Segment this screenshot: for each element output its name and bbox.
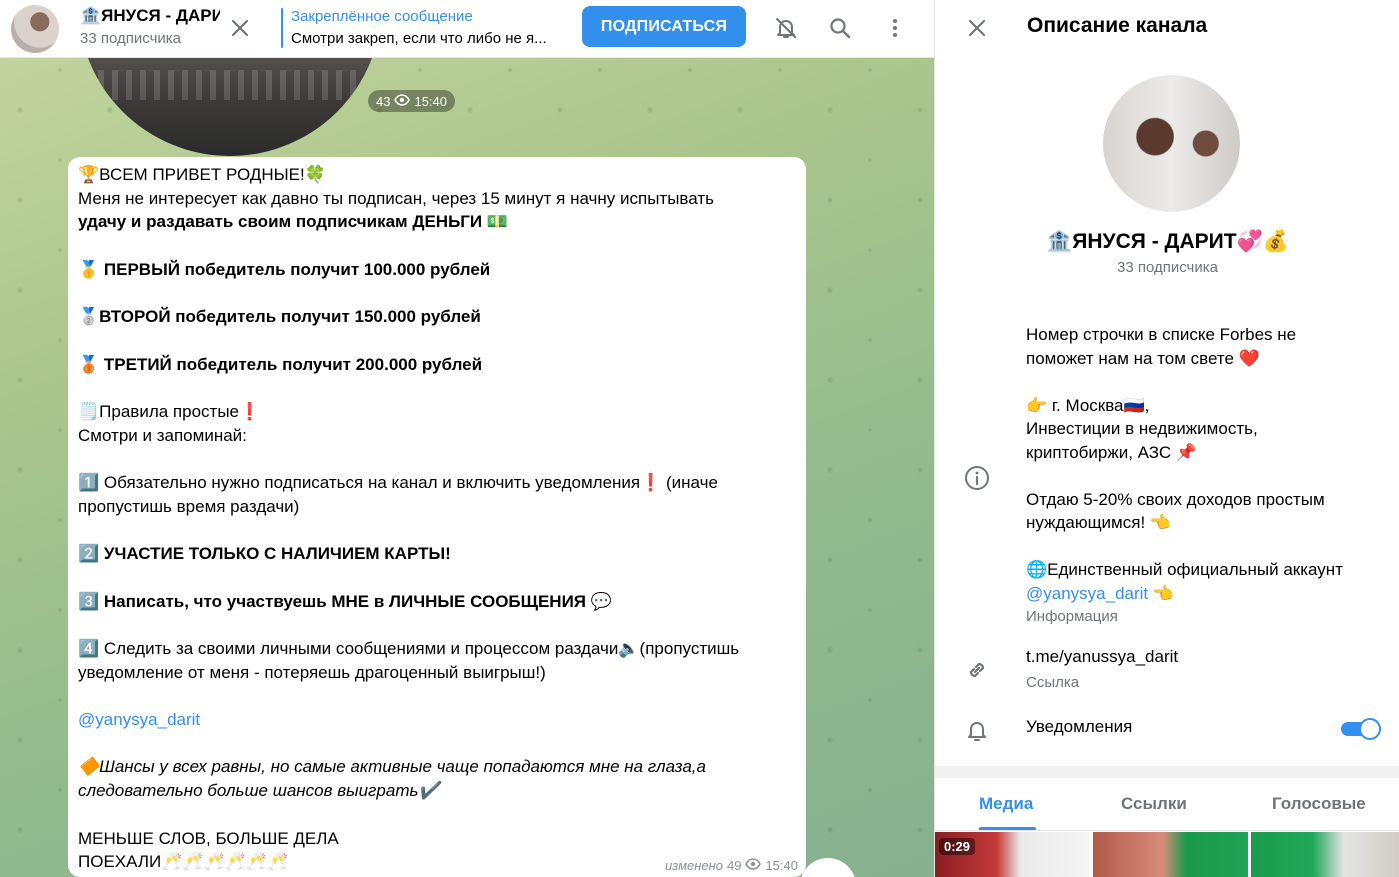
link-icon bbox=[963, 656, 991, 684]
tab-voice[interactable]: Голосовые bbox=[1272, 794, 1366, 814]
description-line bbox=[1026, 464, 1386, 488]
media-thumbnail[interactable]: 0:29 bbox=[935, 832, 1090, 877]
message-line bbox=[78, 518, 794, 542]
toggle-knob bbox=[1359, 718, 1381, 740]
subscribe-button[interactable]: ПОДПИСАТЬСЯ bbox=[582, 6, 746, 47]
message-line bbox=[78, 732, 794, 756]
video-views: 43 bbox=[376, 93, 391, 109]
message-line: 🥇 ПЕРВЫЙ победитель получит 100.000 рубл… bbox=[78, 259, 491, 279]
message-line: 1️⃣ Обязательно нужно подписаться на кан… bbox=[78, 473, 718, 493]
message-meta: изменено 49 15:40 bbox=[665, 858, 798, 873]
message-line bbox=[78, 376, 794, 400]
more-icon[interactable] bbox=[877, 10, 913, 46]
message-line: Смотри и запоминай: bbox=[78, 425, 247, 445]
video-meta: 43 15:40 bbox=[368, 90, 456, 112]
message-line: 🥉 ТРЕТИЙ победитель получит 200.000 рубл… bbox=[78, 354, 483, 374]
description-line: 🌐Единственный официальный аккаунт bbox=[1026, 560, 1343, 579]
message-line bbox=[78, 613, 794, 637]
channel-title[interactable]: 🏦ЯНУСЯ - ДАРИТ💞💰 bbox=[80, 6, 220, 26]
chat-header: 🏦ЯНУСЯ - ДАРИТ💞💰 33 подписчика Закреплён… bbox=[0, 0, 934, 58]
video-time: 15:40 bbox=[414, 93, 448, 109]
video-duration: 0:29 bbox=[939, 838, 976, 855]
channel-info-panel: Описание канала 🏦ЯНУСЯ - ДАРИТ💞💰 33 подп… bbox=[934, 0, 1399, 877]
edited-label: изменено bbox=[664, 858, 723, 873]
channel-link[interactable]: t.me/yanussya_darit bbox=[1026, 647, 1178, 667]
message-line: пропустишь время раздачи) bbox=[78, 496, 300, 516]
media-thumbnail[interactable] bbox=[1093, 832, 1248, 877]
bell-icon bbox=[963, 716, 991, 744]
message-line bbox=[78, 803, 794, 827]
message-line bbox=[78, 566, 794, 590]
description-mention-link[interactable]: @yanysya_darit 👈 bbox=[1026, 582, 1386, 606]
description-line: Отдаю 5-20% своих доходов простым bbox=[1026, 489, 1325, 509]
message-line: Меня не интересует как давно ты подписан… bbox=[78, 188, 714, 208]
description-line: криптобиржи, АЗС 📌 bbox=[1026, 442, 1198, 462]
chat-area: 43 15:40 🏆ВСЕМ ПРИВЕТ РОДНЫЕ!🍀 Меня не и… bbox=[0, 0, 934, 877]
media-thumbnail[interactable] bbox=[1251, 832, 1399, 877]
description-line bbox=[1026, 535, 1386, 559]
link-caption: Ссылка bbox=[1026, 674, 1080, 691]
message-line: МЕНЬШЕ СЛОВ, БОЛЬШЕ ДЕЛА bbox=[78, 828, 339, 848]
message-line: 🏆ВСЕМ ПРИВЕТ РОДНЫЕ!🍀 bbox=[78, 165, 326, 184]
profile-subscribers: 33 подписчика bbox=[1116, 259, 1218, 276]
profile-avatar[interactable] bbox=[1103, 75, 1240, 212]
message-line: 🔶Шансы у всех равны, но самые активные ч… bbox=[78, 757, 706, 777]
channel-description: Номер строчки в списке Forbes не поможет… bbox=[1026, 323, 1386, 625]
pinned-text: Смотри закреп, если что либо не я... bbox=[291, 30, 547, 47]
message-line: 2️⃣ УЧАСТИЕ ТОЛЬКО С НАЛИЧИЕМ КАРТЫ! bbox=[78, 544, 451, 564]
profile-name: 🏦ЯНУСЯ - ДАРИТ💞💰 bbox=[1046, 230, 1289, 253]
message-line bbox=[78, 447, 794, 471]
message-line bbox=[78, 282, 794, 306]
section-divider bbox=[935, 766, 1399, 778]
mute-icon[interactable] bbox=[768, 10, 804, 46]
message-line: 4️⃣ Следить за своими личными сообщениям… bbox=[78, 638, 740, 658]
description-line bbox=[1026, 370, 1386, 394]
pinned-indicator bbox=[281, 8, 283, 48]
message-line: 🥈ВТОРОЙ победитель получит 150.000 рубле… bbox=[78, 307, 481, 327]
tab-links[interactable]: Ссылки bbox=[1121, 794, 1187, 814]
tabs-divider bbox=[935, 830, 1399, 831]
channel-subscribers: 33 подписчика bbox=[80, 30, 182, 47]
shared-media-tabs: Медиа Ссылки Голосовые bbox=[935, 778, 1399, 831]
pinned-title: Закреплённое сообщение bbox=[291, 8, 473, 25]
notifications-label: Уведомления bbox=[1026, 717, 1133, 736]
info-icon bbox=[963, 464, 991, 492]
tab-media[interactable]: Медиа bbox=[979, 794, 1033, 814]
description-line: Инвестиции в недвижимость, bbox=[1026, 419, 1258, 438]
channel-avatar[interactable] bbox=[11, 5, 59, 53]
description-caption: Информация bbox=[1026, 608, 1118, 625]
eye-icon bbox=[394, 93, 411, 109]
close-icon[interactable] bbox=[224, 12, 256, 44]
eye-icon bbox=[745, 858, 762, 873]
description-line: нуждающимся! 👈 bbox=[1026, 513, 1172, 532]
message-line bbox=[78, 329, 794, 353]
media-grid: 0:29 bbox=[935, 832, 1399, 877]
message-time: 15:40 bbox=[765, 858, 798, 873]
message-line bbox=[78, 684, 794, 708]
description-line: 👉 г. Москва🇷🇺, bbox=[1026, 395, 1150, 415]
pinned-message[interactable]: Закреплённое сообщение Смотри закреп, ес… bbox=[281, 6, 571, 52]
message-line: 3️⃣ Написать, что участвуешь МНЕ в ЛИЧНЫ… bbox=[78, 591, 612, 611]
message-bubble[interactable]: 🏆ВСЕМ ПРИВЕТ РОДНЫЕ!🍀 Меня не интересует… bbox=[68, 157, 806, 877]
notifications-toggle[interactable] bbox=[1341, 718, 1381, 740]
message-line: уведомление от меня - потеряешь драгоцен… bbox=[78, 662, 546, 682]
close-icon[interactable] bbox=[959, 10, 995, 46]
message-line bbox=[78, 234, 794, 258]
message-views: 49 bbox=[726, 858, 742, 873]
panel-title: Описание канала bbox=[1027, 14, 1208, 37]
message-line: следовательно больше шансов выиграть✔️ bbox=[78, 781, 440, 801]
mention-link[interactable]: @yanysya_darit bbox=[78, 708, 794, 732]
description-line: поможет нам на том свете ❤️ bbox=[1026, 348, 1260, 368]
message-line: 🗒️Правила простые❗ bbox=[78, 401, 261, 421]
description-line: Номер строчки в списке Forbes не bbox=[1026, 325, 1297, 344]
search-icon[interactable] bbox=[822, 10, 858, 46]
message-line: удачу и раздавать своим подписчикам ДЕНЬ… bbox=[78, 212, 509, 232]
